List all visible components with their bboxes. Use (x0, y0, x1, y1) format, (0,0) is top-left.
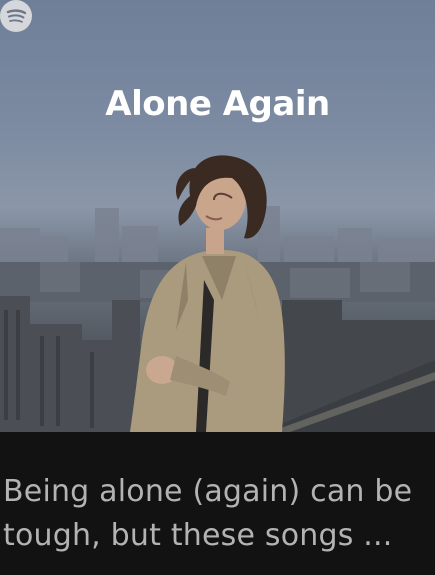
cover-title: Alone Again (105, 84, 330, 124)
spotify-icon (0, 0, 32, 32)
playlist-description: Being alone (again) can be tough, but th… (3, 474, 413, 553)
playlist-card[interactable]: Alone Again Being alone (again) can be t… (0, 0, 435, 575)
playlist-cover-image[interactable]: Alone Again (0, 0, 435, 432)
cover-artwork (0, 155, 435, 432)
